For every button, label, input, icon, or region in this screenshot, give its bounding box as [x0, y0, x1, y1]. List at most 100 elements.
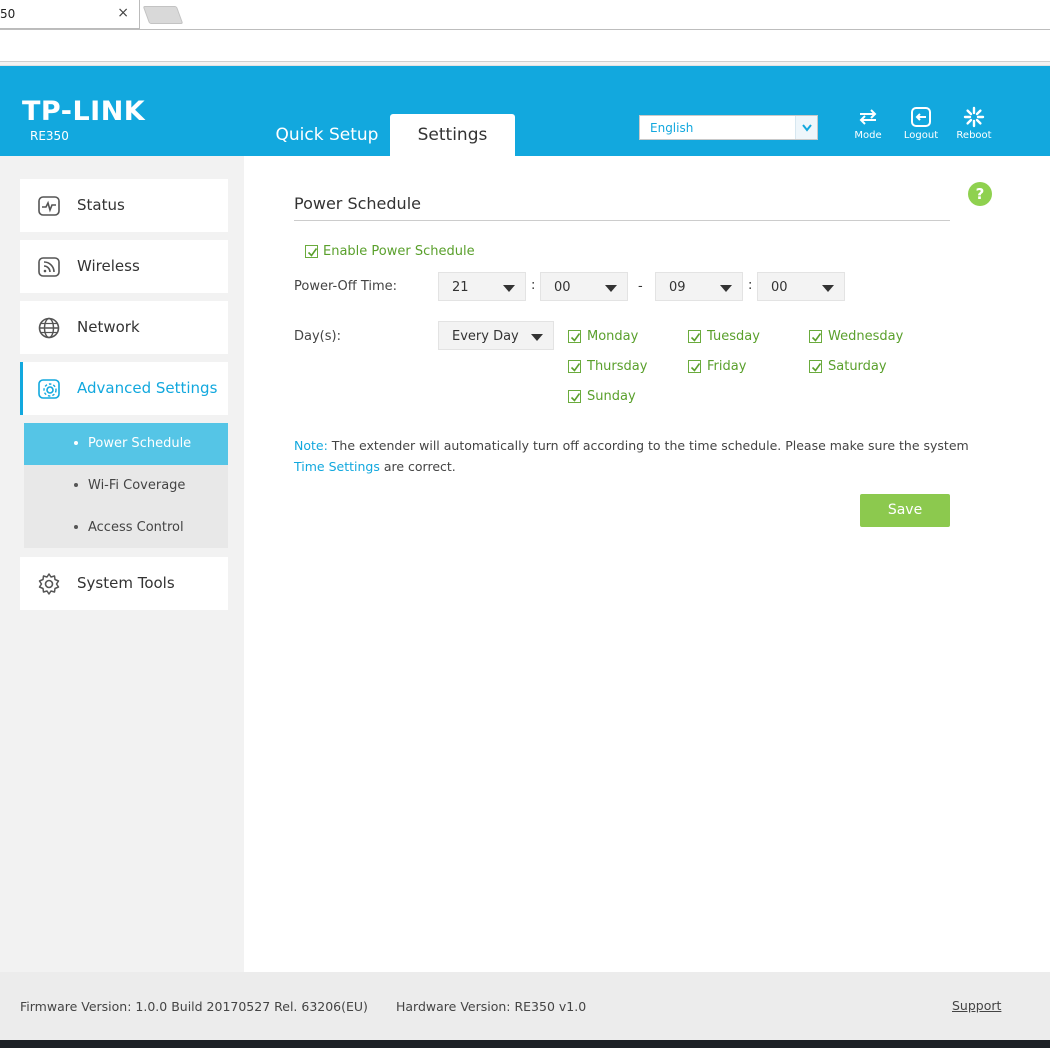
tp-link-logo: TP-LINK [22, 96, 146, 127]
submenu-item-label: Access Control [88, 520, 184, 535]
bullet [74, 441, 78, 445]
friday-checkbox[interactable] [688, 360, 701, 373]
end-minute-select[interactable]: 00 [757, 272, 845, 301]
days-mode-value: Every Day [452, 329, 519, 344]
help-icon[interactable]: ? [968, 182, 992, 206]
submenu-item-label: Wi-Fi Coverage [88, 478, 186, 493]
sidebar-item-advanced-settings[interactable]: Advanced Settings [20, 362, 228, 415]
language-value: English [650, 121, 694, 135]
browser-tab-title: 50 [0, 7, 16, 21]
check-icon [690, 363, 701, 372]
sunday-label[interactable]: Sunday [587, 389, 636, 404]
logout-label: Logout [903, 130, 939, 141]
wireless-icon [38, 257, 60, 277]
thursday-label[interactable]: Thursday [587, 359, 647, 374]
address-bar[interactable] [0, 30, 1050, 62]
start-hour-select[interactable]: 21 [438, 272, 526, 301]
note-label: Note: [294, 438, 328, 453]
note-text: Note: The extender will automatically tu… [294, 435, 974, 477]
days-mode-select[interactable]: Every Day [438, 321, 554, 350]
system-tools-icon [38, 573, 60, 595]
sidebar-item-label: Status [77, 196, 125, 214]
time-settings-link[interactable]: Time Settings [294, 459, 380, 474]
friday-label[interactable]: Friday [707, 359, 746, 374]
end-minute-value: 00 [771, 280, 788, 295]
taskbar-strip [0, 1040, 1050, 1048]
sidebar-item-label: Network [77, 318, 140, 336]
mode-icon [859, 109, 877, 125]
time-range-dash: - [638, 279, 643, 294]
sidebar-item-label: System Tools [77, 574, 175, 592]
sidebar-item-system-tools[interactable]: System Tools [20, 557, 228, 610]
reboot-icon [963, 106, 985, 128]
monday-label[interactable]: Monday [587, 329, 638, 344]
enable-power-schedule-checkbox[interactable] [305, 245, 318, 258]
caret-down-icon [605, 285, 617, 292]
browser-tab[interactable]: 50 × [0, 0, 140, 29]
model-name: RE350 [30, 129, 69, 143]
sidebar-item-status[interactable]: Status [20, 179, 228, 232]
tuesday-label[interactable]: Tuesday [707, 329, 760, 344]
mode-button[interactable]: Mode [843, 106, 893, 146]
logout-button[interactable]: Logout [896, 106, 946, 146]
submenu-item-access-control[interactable]: Access Control [24, 507, 228, 549]
title-divider [294, 220, 950, 221]
main-content: ? Power Schedule Enable Power Schedule P… [244, 156, 1050, 972]
note-body: The extender will automatically turn off… [331, 438, 969, 453]
advanced-submenu: Power Schedule Wi-Fi Coverage Access Con… [24, 423, 228, 548]
check-icon [811, 333, 822, 342]
caret-down-icon [720, 285, 732, 292]
mode-label: Mode [854, 130, 882, 141]
power-off-time-label: Power-Off Time: [294, 279, 398, 294]
start-hour-value: 21 [452, 280, 469, 295]
bullet [74, 483, 78, 487]
submenu-item-power-schedule[interactable]: Power Schedule [24, 423, 228, 465]
reboot-button[interactable]: Reboot [949, 106, 999, 146]
end-hour-select[interactable]: 09 [655, 272, 743, 301]
check-icon [570, 333, 581, 342]
check-icon [570, 363, 581, 372]
check-icon [690, 333, 701, 342]
wednesday-label[interactable]: Wednesday [828, 329, 903, 344]
sidebar-item-network[interactable]: Network [20, 301, 228, 354]
hardware-version: Hardware Version: RE350 v1.0 [396, 999, 587, 1014]
page-title: Power Schedule [294, 194, 421, 213]
caret-down-icon [503, 285, 515, 292]
saturday-label[interactable]: Saturday [828, 359, 887, 374]
monday-checkbox[interactable] [568, 330, 581, 343]
thursday-checkbox[interactable] [568, 360, 581, 373]
end-hour-value: 09 [669, 280, 686, 295]
time-colon: : [531, 278, 536, 293]
tab-quick-setup[interactable]: Quick Setup [268, 114, 386, 156]
new-tab-button[interactable] [142, 6, 184, 24]
save-button[interactable]: Save [860, 494, 950, 527]
start-minute-value: 00 [554, 280, 571, 295]
submenu-item-wifi-coverage[interactable]: Wi-Fi Coverage [24, 465, 228, 507]
sidebar-item-label: Advanced Settings [77, 379, 218, 397]
enable-power-schedule-label[interactable]: Enable Power Schedule [323, 244, 475, 259]
close-icon[interactable]: × [117, 5, 129, 21]
start-minute-select[interactable]: 00 [540, 272, 628, 301]
caret-down-icon [822, 285, 834, 292]
status-icon [38, 196, 60, 216]
network-icon [38, 317, 60, 339]
reboot-label: Reboot [956, 130, 992, 141]
browser-tab-bar: 50 × [0, 0, 1050, 30]
language-select[interactable]: English [639, 115, 818, 140]
support-link[interactable]: Support [952, 998, 1001, 1013]
sidebar-item-wireless[interactable]: Wireless [20, 240, 228, 293]
tab-settings[interactable]: Settings [390, 114, 515, 156]
check-icon [811, 363, 822, 372]
firmware-version: Firmware Version: 1.0.0 Build 20170527 R… [20, 999, 368, 1014]
sunday-checkbox[interactable] [568, 390, 581, 403]
saturday-checkbox[interactable] [809, 360, 822, 373]
days-label: Day(s): [294, 329, 341, 344]
wednesday-checkbox[interactable] [809, 330, 822, 343]
chevron-down-icon [795, 116, 817, 139]
bullet [74, 525, 78, 529]
tuesday-checkbox[interactable] [688, 330, 701, 343]
advanced-settings-icon [38, 379, 60, 399]
footer: Firmware Version: 1.0.0 Build 20170527 R… [0, 972, 1050, 1040]
time-colon: : [748, 278, 753, 293]
logout-icon [911, 107, 931, 127]
